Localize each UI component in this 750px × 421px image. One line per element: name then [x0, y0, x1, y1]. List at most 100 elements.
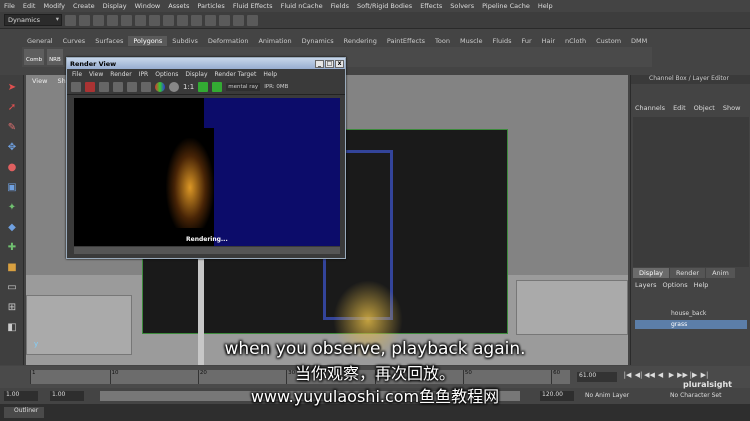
maximize-icon[interactable]: □: [325, 59, 334, 68]
menu-effects[interactable]: Effects: [420, 2, 442, 10]
scale-tool-icon[interactable]: ▣: [4, 179, 20, 195]
show-manip-icon[interactable]: ✚: [4, 239, 20, 255]
render-view-window[interactable]: Render View _ □ x File View Render IPR Optio…: [66, 57, 346, 259]
shelf-tab-fluids[interactable]: Fluids: [487, 36, 516, 46]
render-view-menu-render[interactable]: Render: [110, 71, 131, 78]
shelf-tab-painteffects[interactable]: PaintEffects: [382, 36, 430, 46]
render-view-titlebar[interactable]: Render View _ □ x: [67, 58, 345, 69]
shelf-tab-deformation[interactable]: Deformation: [203, 36, 254, 46]
shelf-tab-hair[interactable]: Hair: [537, 36, 560, 46]
channel-box-menu-channels[interactable]: Channels: [635, 104, 665, 112]
menu-fluid-ncache[interactable]: Fluid nCache: [281, 2, 323, 10]
menu-modify[interactable]: Modify: [43, 2, 65, 10]
menu-edit[interactable]: Edit: [23, 2, 36, 10]
snap-curve-icon[interactable]: [163, 14, 174, 26]
menu-window[interactable]: Window: [135, 2, 161, 10]
shelf-tab-toon[interactable]: Toon: [430, 36, 455, 46]
viewport-menu-view[interactable]: View: [32, 77, 47, 85]
render-view-menu-render-target[interactable]: Render Target: [215, 71, 257, 78]
menu-set-select[interactable]: Dynamics: [4, 14, 62, 26]
shelf-tab-fur[interactable]: Fur: [516, 36, 536, 46]
layer-row-grass[interactable]: grass: [635, 320, 747, 329]
history-icon[interactable]: [205, 14, 216, 26]
refresh-icon[interactable]: [127, 81, 137, 92]
shelf-tab-subdivs[interactable]: Subdivs: [167, 36, 203, 46]
new-scene-icon[interactable]: [65, 14, 76, 26]
shelf-button-nrb[interactable]: NRB: [47, 49, 63, 65]
close-icon[interactable]: x: [335, 59, 344, 68]
menu-soft-rigid-bodies[interactable]: Soft/Rigid Bodies: [357, 2, 412, 10]
manipulator-tool-icon[interactable]: ✦: [4, 199, 20, 215]
shelf-tab-dmm[interactable]: DMM: [626, 36, 652, 46]
snap-grid-icon[interactable]: [149, 14, 160, 26]
shelf-tab-curves[interactable]: Curves: [58, 36, 91, 46]
remove-image-icon[interactable]: [212, 81, 223, 92]
layer-tab-render[interactable]: Render: [669, 268, 706, 278]
outliner-task[interactable]: Outliner: [4, 407, 44, 418]
render-view-menu-help[interactable]: Help: [263, 71, 277, 78]
channel-box-menu-edit[interactable]: Edit: [673, 104, 686, 112]
snapshot-icon[interactable]: [99, 81, 109, 92]
soft-mod-icon[interactable]: ◆: [4, 219, 20, 235]
render-view-menu-view[interactable]: View: [89, 71, 103, 78]
shelf-tab-dynamics[interactable]: Dynamics: [297, 36, 339, 46]
minimize-icon[interactable]: _: [315, 59, 324, 68]
channel-box-menu-show[interactable]: Show: [723, 104, 741, 112]
menu-fluid-effects[interactable]: Fluid Effects: [233, 2, 273, 10]
menu-assets[interactable]: Assets: [168, 2, 189, 10]
shelf-tab-polygons[interactable]: Polygons: [128, 36, 168, 46]
layer-menu-layers[interactable]: Layers: [635, 281, 657, 289]
shelf-tab-ncloth[interactable]: nCloth: [560, 36, 591, 46]
ipr-icon[interactable]: [113, 81, 123, 92]
render-view-menu-file[interactable]: File: [72, 71, 82, 78]
render-frame-icon[interactable]: [219, 14, 230, 26]
open-scene-icon[interactable]: [79, 14, 90, 26]
menu-particles[interactable]: Particles: [197, 2, 224, 10]
menu-create[interactable]: Create: [73, 2, 95, 10]
last-tool-icon[interactable]: ■: [4, 259, 20, 275]
layer-row-house-back[interactable]: house_back: [635, 309, 747, 318]
move-tool-icon[interactable]: ✥: [4, 139, 20, 155]
menu-pipeline-cache[interactable]: Pipeline Cache: [482, 2, 530, 10]
layer-tab-anim[interactable]: Anim: [706, 268, 735, 278]
shelf-tab-surfaces[interactable]: Surfaces: [90, 36, 128, 46]
shelf-button-comb[interactable]: Comb: [24, 49, 45, 65]
layer-menu-options[interactable]: Options: [663, 281, 688, 289]
select-object-icon[interactable]: [121, 14, 132, 26]
render-view-menu-options[interactable]: Options: [155, 71, 178, 78]
redo-render-icon[interactable]: [71, 81, 81, 92]
select-component-icon[interactable]: [135, 14, 146, 26]
renderer-select[interactable]: mental ray: [226, 82, 261, 91]
select-tool-icon[interactable]: ➤: [4, 79, 20, 95]
shelf-tab-animation[interactable]: Animation: [253, 36, 296, 46]
layout-persp-icon[interactable]: ◧: [4, 319, 20, 335]
keep-image-icon[interactable]: [198, 81, 209, 92]
layout-four-icon[interactable]: ⊞: [4, 299, 20, 315]
render-view-menu-display[interactable]: Display: [185, 71, 207, 78]
menu-file[interactable]: File: [4, 2, 15, 10]
menu-display[interactable]: Display: [103, 2, 127, 10]
menu-help[interactable]: Help: [538, 2, 553, 10]
layer-menu-help[interactable]: Help: [694, 281, 709, 289]
shelf-tab-general[interactable]: General: [22, 36, 58, 46]
shelf-tab-custom[interactable]: Custom: [591, 36, 626, 46]
snap-point-icon[interactable]: [177, 14, 188, 26]
select-hierarchy-icon[interactable]: [107, 14, 118, 26]
rgb-channel-icon[interactable]: [155, 81, 165, 92]
render-view-scrollbar[interactable]: [74, 247, 340, 254]
layer-tab-display[interactable]: Display: [633, 268, 669, 278]
real-size-toggle[interactable]: 1:1: [183, 83, 194, 91]
rotate-tool-icon[interactable]: ●: [4, 159, 20, 175]
alpha-channel-icon[interactable]: [169, 81, 179, 92]
paint-select-icon[interactable]: ✎: [4, 119, 20, 135]
menu-fields[interactable]: Fields: [331, 2, 349, 10]
shelf-tab-muscle[interactable]: Muscle: [455, 36, 488, 46]
menu-solvers[interactable]: Solvers: [450, 2, 474, 10]
channel-box-menu-object[interactable]: Object: [694, 104, 715, 112]
layout-single-icon[interactable]: ▭: [4, 279, 20, 295]
render-region-icon[interactable]: [85, 81, 95, 92]
render-settings-icon[interactable]: [247, 14, 258, 26]
shelf-tab-rendering[interactable]: Rendering: [339, 36, 382, 46]
render-view-menu-ipr[interactable]: IPR: [139, 71, 149, 78]
ipr-render-icon[interactable]: [233, 14, 244, 26]
